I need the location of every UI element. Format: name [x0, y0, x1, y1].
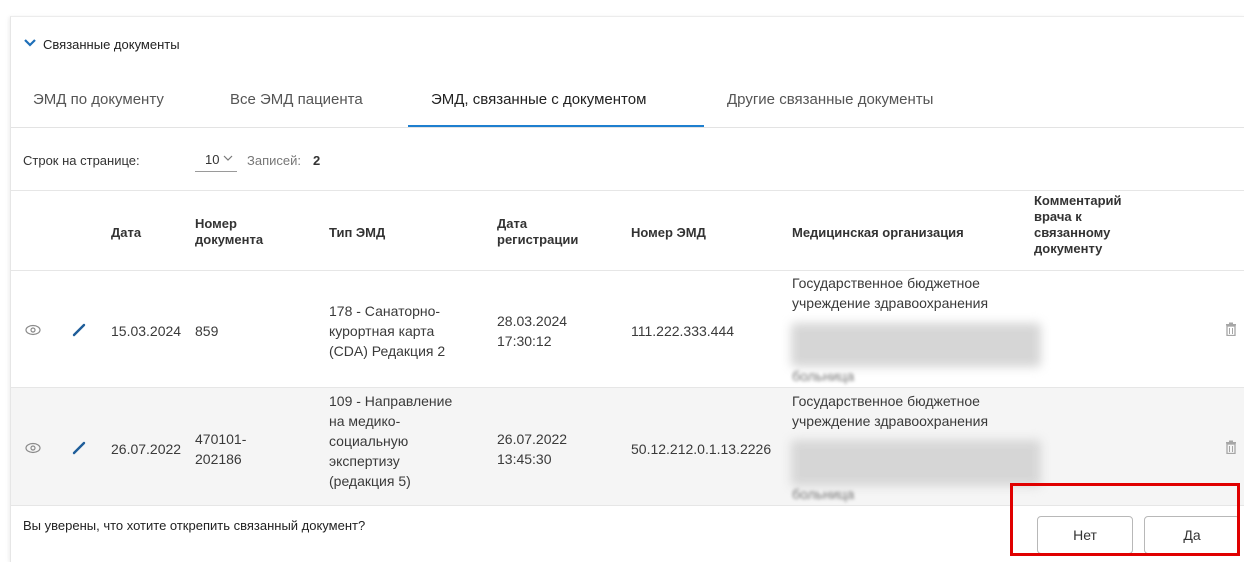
header-comment[interactable]: Комментарий врача к связанному документу	[1034, 193, 1122, 257]
active-tab-indicator	[408, 125, 704, 127]
cell-doc-number: 859	[195, 323, 219, 339]
related-documents-panel: Связанные документы ЭМД по документу Все…	[10, 16, 1244, 562]
tab-other-related-documents[interactable]: Другие связанные документы	[727, 91, 933, 108]
cell-organization-tail: больница	[792, 486, 855, 502]
highlight-frame	[1010, 483, 1240, 556]
table-row: 15.03.2024 859 178 - Санаторно- курортна…	[11, 270, 1244, 388]
cell-organization: Государственное бюджетное учреждение здр…	[792, 275, 989, 311]
cell-organization: Государственное бюджетное учреждение здр…	[792, 393, 989, 429]
rows-per-page-label: Строк на странице:	[23, 153, 140, 168]
tab-emd-related-to-document[interactable]: ЭМД, связанные с документом	[431, 91, 646, 108]
header-doc-number[interactable]: Номер документа	[195, 216, 263, 248]
cell-registration-date: 26.07.2022 13:45:30	[497, 431, 568, 467]
table-header: Дата Номер документа Тип ЭМД Дата регист…	[11, 190, 1244, 271]
tab-emd-by-document[interactable]: ЭМД по документу	[33, 91, 164, 108]
chevron-down-icon	[223, 155, 233, 161]
section-title: Связанные документы	[43, 37, 180, 52]
cell-emd-number: 50.12.212.0.1.13.2226	[631, 441, 772, 457]
rows-per-page-value: 10	[205, 152, 220, 167]
eye-icon[interactable]	[25, 324, 41, 336]
eye-icon[interactable]	[25, 442, 41, 454]
header-registration-date[interactable]: Дата регистрации	[497, 216, 578, 248]
header-emd-type[interactable]: Тип ЭМД	[329, 225, 385, 241]
cell-doc-number: 470101- 202186	[195, 431, 247, 467]
header-organization[interactable]: Медицинская организация	[792, 225, 964, 241]
redacted-text	[791, 323, 1041, 367]
cell-registration-date: 28.03.2024 17:30:12	[497, 313, 568, 349]
chevron-down-icon[interactable]	[23, 37, 37, 49]
cell-date: 15.03.2024	[111, 323, 182, 339]
cell-date: 26.07.2022	[111, 441, 182, 457]
tab-all-patient-emd[interactable]: Все ЭМД пациента	[230, 91, 363, 108]
trash-icon[interactable]	[1225, 322, 1237, 336]
cell-emd-number: 111.222.333.444	[631, 323, 735, 339]
trash-icon[interactable]	[1225, 440, 1237, 454]
cell-organization-tail: больница	[792, 368, 855, 384]
confirmation-question: Вы уверены, что хотите открепить связанн…	[23, 518, 366, 533]
records-label: Записей:	[247, 153, 301, 168]
section-header[interactable]: Связанные документы	[11, 17, 1244, 73]
pencil-icon[interactable]	[71, 322, 87, 338]
cell-emd-type: 109 - Направление на медико- социальную …	[329, 393, 453, 489]
header-date[interactable]: Дата	[111, 225, 141, 241]
rows-per-page-select[interactable]: 10	[195, 149, 237, 172]
cell-emd-type: 178 - Санаторно- курортная карта (CDA) Р…	[329, 303, 446, 359]
redacted-text	[791, 440, 1041, 486]
tab-bar: ЭМД по документу Все ЭМД пациента ЭМД, с…	[11, 73, 1244, 128]
records-count: 2	[313, 153, 321, 168]
header-emd-number[interactable]: Номер ЭМД	[631, 225, 706, 241]
pencil-icon[interactable]	[71, 440, 87, 456]
